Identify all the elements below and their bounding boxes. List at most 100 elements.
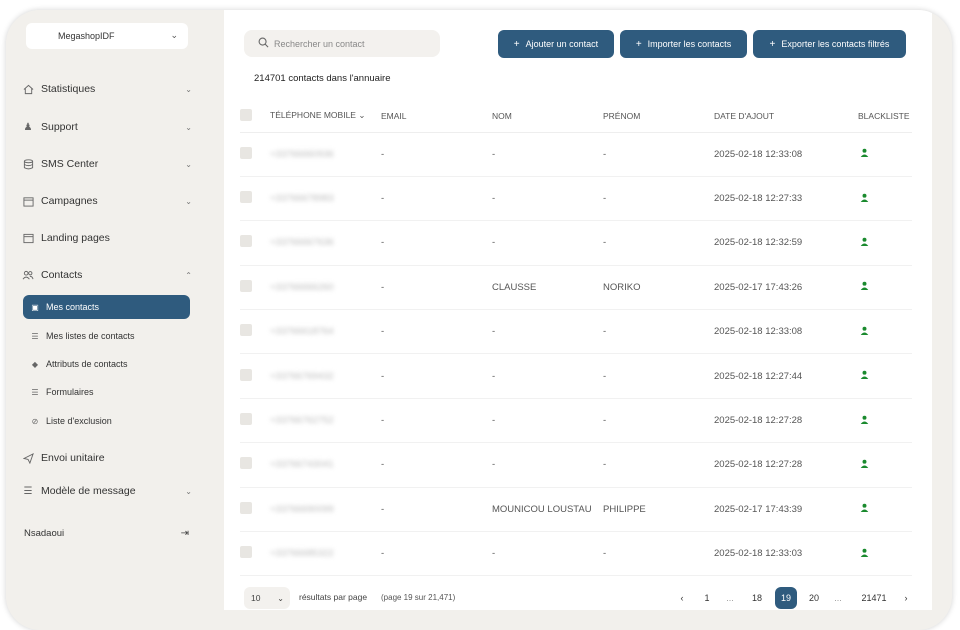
- row-checkbox[interactable]: [240, 146, 252, 159]
- page-button-current[interactable]: 19: [775, 587, 797, 609]
- nom-cell-text: -: [492, 415, 496, 427]
- sidebar-item-landing-pages[interactable]: Landing pages: [22, 227, 192, 249]
- organization-select[interactable]: MegashopIDF ⌄: [26, 23, 188, 49]
- sidebar-item-sms-center[interactable]: SMS Center ⌄: [22, 153, 192, 175]
- sidebar-subitem-exclusion[interactable]: ⊘ Liste d'exclusion: [23, 409, 190, 433]
- page-button[interactable]: 21471: [852, 587, 896, 609]
- user-icon[interactable]: [858, 504, 869, 515]
- chevron-down-icon: ⌄: [358, 110, 366, 121]
- user-icon[interactable]: [858, 326, 869, 338]
- column-header-phone[interactable]: TÉLÉPHONE MOBILE ⌄: [270, 100, 381, 133]
- export-contacts-button[interactable]: + Exporter les contacts filtrés: [753, 30, 906, 58]
- user-icon[interactable]: [858, 282, 869, 293]
- page-ellipsis: ...: [726, 593, 734, 603]
- prenom-cell: -: [603, 531, 714, 577]
- nom-cell-text: -: [492, 148, 496, 160]
- phone-cell: +33766678983: [270, 176, 381, 222]
- sidebar-item-campagnes[interactable]: Campagnes ⌄: [22, 190, 192, 212]
- logout-icon[interactable]: ⇥: [181, 528, 189, 539]
- row-checkbox[interactable]: [240, 191, 252, 204]
- user-icon[interactable]: [858, 370, 869, 382]
- prenom-cell-text: -: [603, 370, 607, 382]
- table-row[interactable]: +33766660936 - - - 2025-02-18 12:33:08: [240, 132, 912, 177]
- sidebar-item-modele-message[interactable]: ☰ Modèle de message ⌄: [22, 484, 192, 498]
- email-cell-text: -: [381, 148, 385, 160]
- user-icon[interactable]: [858, 415, 869, 427]
- import-contacts-button[interactable]: + Importer les contacts: [620, 30, 747, 58]
- phone-cell-text: +33766678983: [270, 193, 334, 205]
- user-icon[interactable]: [858, 548, 869, 560]
- date-cell: 2025-02-18 12:32:59: [714, 220, 858, 266]
- phone-cell-text: +33766685322: [270, 548, 334, 560]
- table-row[interactable]: +33766743041 - - - 2025-02-18 12:27:28: [240, 442, 912, 488]
- sidebar-item-label: Envoi unitaire: [41, 452, 105, 464]
- row-checkbox[interactable]: [240, 546, 252, 559]
- blackliste-cell: [858, 442, 912, 488]
- per-page-select[interactable]: 10 ⌄: [244, 587, 290, 609]
- search-input[interactable]: Rechercher un contact: [244, 30, 440, 57]
- sidebar-subitem-attributs[interactable]: ◆ Attributs de contacts: [23, 352, 190, 376]
- select-cell: [240, 531, 270, 577]
- sidebar-item-contacts[interactable]: Contacts ⌃: [22, 264, 192, 286]
- app-window: MegashopIDF ⌄ Statistiques ⌄ ♟ Support ⌄…: [6, 10, 952, 630]
- table-row[interactable]: +33766769432 - - - 2025-02-18 12:27:44: [240, 353, 912, 399]
- user-icon[interactable]: [858, 237, 869, 249]
- table-row[interactable]: +33766618764 - - - 2025-02-18 12:33:08: [240, 309, 912, 355]
- sidebar-item-envoi-unitaire[interactable]: Envoi unitaire: [22, 447, 192, 469]
- user-icon[interactable]: [858, 148, 869, 160]
- table-row[interactable]: +33766678983 - - - 2025-02-18 12:27:33: [240, 176, 912, 222]
- blackliste-cell: [858, 220, 912, 266]
- select-cell: [240, 309, 270, 355]
- blackliste-cell: [858, 353, 912, 399]
- add-contact-button[interactable]: + Ajouter un contact: [498, 30, 614, 58]
- add-contact-label: Ajouter un contact: [525, 39, 599, 49]
- date-cell: 2025-02-18 12:27:33: [714, 176, 858, 222]
- row-checkbox[interactable]: [240, 324, 252, 337]
- date-cell: 2025-02-17 17:43:26: [714, 265, 858, 311]
- user-profile: Nsadaoui ⇥: [24, 525, 189, 541]
- table-row[interactable]: +33766685322 - - - 2025-02-18 12:33:03: [240, 531, 912, 577]
- sidebar-item-statistiques[interactable]: Statistiques ⌄: [22, 78, 192, 100]
- export-contacts-label: Exporter les contacts filtrés: [781, 39, 890, 49]
- next-page-icon[interactable]: ›: [896, 587, 916, 609]
- row-checkbox[interactable]: [240, 279, 252, 292]
- table-row[interactable]: +33766690099 - MOUNICOU LOUSTAU PHILIPPE 202…: [240, 487, 912, 533]
- sidebar-subitem-formulaires[interactable]: ☰ Formulaires: [23, 380, 190, 404]
- row-checkbox[interactable]: [240, 368, 252, 381]
- page-button[interactable]: 20: [802, 587, 826, 609]
- blackliste-cell: [858, 265, 912, 311]
- date-cell-text: 2025-02-18 12:27:28: [714, 459, 803, 471]
- phone-cell: +33766762752: [270, 398, 381, 444]
- prenom-cell: PHILIPPE: [603, 487, 714, 533]
- table-row[interactable]: +33766762752 - - - 2025-02-18 12:27:28: [240, 398, 912, 444]
- row-checkbox[interactable]: [240, 501, 252, 514]
- page-button[interactable]: 1: [697, 587, 717, 609]
- phone-cell: +33766666260: [270, 265, 381, 311]
- sidebar-item-support[interactable]: ♟ Support ⌄: [22, 116, 192, 138]
- per-page-label: résultats par page: [299, 592, 368, 602]
- prev-page-icon[interactable]: ‹: [672, 587, 692, 609]
- sidebar-subitem-mes-listes[interactable]: ☰ Mes listes de contacts: [23, 324, 190, 348]
- username: Nsadaoui: [24, 527, 65, 539]
- per-page-value: 10: [251, 593, 261, 603]
- phone-cell: +33766685322: [270, 531, 381, 577]
- row-checkbox[interactable]: [240, 457, 252, 470]
- blackliste-cell: [858, 398, 912, 444]
- table-row[interactable]: +33766666260 - CLAUSSE NORIKO 2025-02-17 17:…: [240, 265, 912, 311]
- nom-cell-text: -: [492, 193, 496, 205]
- page-button[interactable]: 18: [745, 587, 769, 609]
- prenom-cell-text: -: [603, 459, 607, 471]
- row-checkbox[interactable]: [240, 235, 252, 248]
- sidebar-subitem-mes-contacts[interactable]: ▣ Mes contacts: [23, 295, 190, 319]
- sidebar-item-label: SMS Center: [41, 158, 99, 170]
- select-all-checkbox[interactable]: [240, 108, 252, 121]
- pagination: 10 ⌄ résultats par page (page 19 sur 21,…: [244, 587, 916, 609]
- user-icon[interactable]: [858, 193, 869, 205]
- blackliste-cell: [858, 132, 912, 177]
- date-cell: 2025-02-18 12:27:44: [714, 353, 858, 399]
- row-checkbox[interactable]: [240, 413, 252, 426]
- table-row[interactable]: +33766667636 - - - 2025-02-18 12:32:59: [240, 220, 912, 266]
- blackliste-cell: [858, 176, 912, 222]
- user-icon[interactable]: [858, 459, 869, 471]
- prenom-cell-text: NORIKO: [603, 281, 641, 293]
